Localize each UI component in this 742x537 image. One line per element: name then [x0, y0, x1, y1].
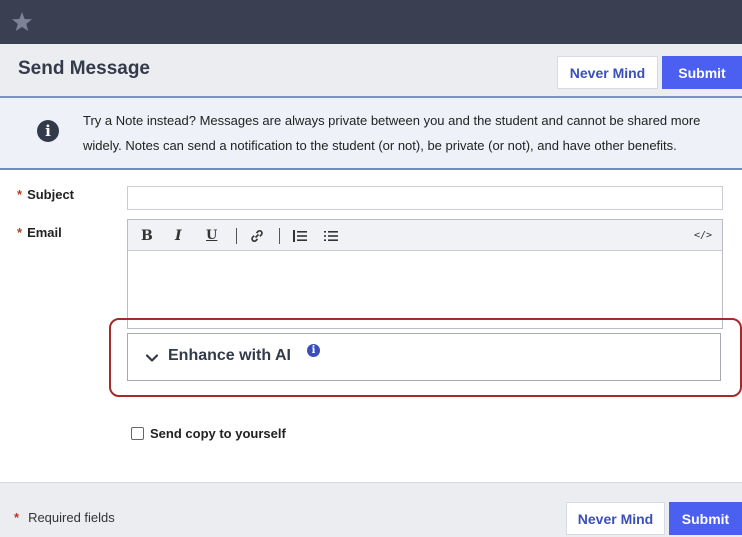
info-banner: i Try a Note instead? Messages are alway… [0, 98, 742, 170]
email-body-input[interactable] [128, 252, 722, 328]
dialog-header: Send Message Never Mind Submit [0, 44, 742, 98]
editor-toolbar: B I U </> [128, 220, 722, 251]
required-star: * [17, 225, 23, 240]
submit-button[interactable]: Submit [662, 56, 742, 89]
info-banner-text: Try a Note instead? Messages are always … [83, 113, 701, 153]
required-star: * [17, 187, 23, 202]
link-icon[interactable] [250, 229, 264, 243]
enhance-with-ai-label: Enhance with AI [168, 347, 291, 364]
never-mind-button[interactable]: Never Mind [566, 502, 665, 535]
bold-button[interactable]: B [141, 227, 153, 245]
page-title: Send Message [18, 58, 150, 79]
email-label: * Email [17, 225, 62, 240]
enhance-with-ai-toggle[interactable]: Enhance with AI i [127, 333, 721, 381]
send-copy-checkbox[interactable] [131, 427, 144, 440]
submit-button[interactable]: Submit [669, 502, 742, 535]
bullet-list-icon[interactable] [324, 229, 338, 243]
info-circle-icon: i [37, 120, 59, 142]
toolbar-divider [279, 228, 280, 244]
toolbar-divider [236, 228, 237, 244]
required-star: * [14, 510, 20, 525]
subject-label: * Subject [17, 187, 75, 202]
app-top-bar [0, 0, 742, 44]
never-mind-button[interactable]: Never Mind [557, 56, 658, 89]
star-logo-icon [12, 12, 32, 31]
underline-button[interactable]: U [206, 227, 217, 245]
email-editor: B I U </> [127, 219, 723, 329]
subject-input[interactable] [127, 186, 723, 210]
code-icon[interactable]: </> [694, 227, 712, 245]
ordered-list-icon[interactable] [293, 229, 307, 243]
info-icon[interactable]: i [307, 344, 320, 357]
dialog-footer: * Required fields Never Mind Submit [0, 482, 742, 537]
chevron-down-icon [145, 354, 159, 362]
send-copy-label[interactable]: Send copy to yourself [150, 426, 286, 441]
required-fields-note: * Required fields [14, 510, 115, 525]
italic-button[interactable]: I [175, 227, 182, 245]
